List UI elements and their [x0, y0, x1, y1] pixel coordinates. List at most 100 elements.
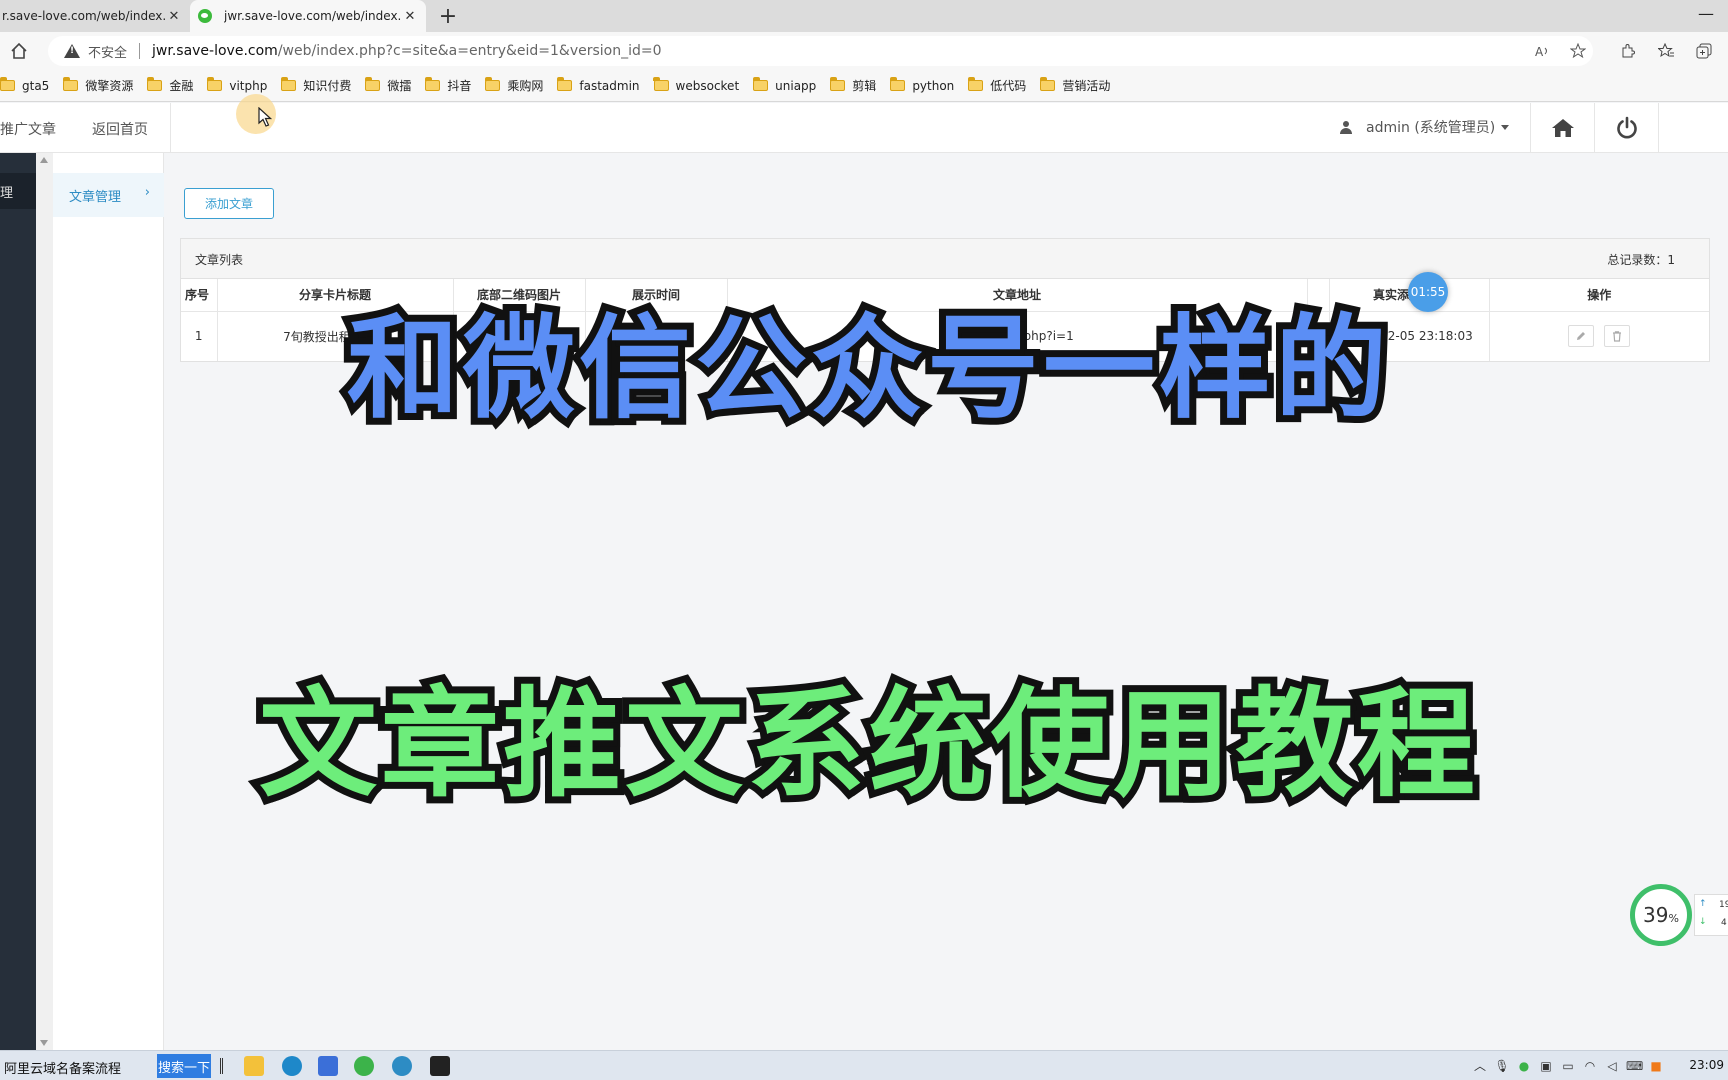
- add-article-button[interactable]: 添加文章: [184, 188, 274, 219]
- browser-home-icon[interactable]: [8, 40, 30, 62]
- sidebar-item-article-management[interactable]: 文章管理 ›: [53, 173, 164, 217]
- logout-button[interactable]: [1594, 103, 1658, 153]
- terminal-icon[interactable]: [430, 1056, 450, 1076]
- folder-icon: [146, 77, 163, 91]
- new-tab-button[interactable]: +: [436, 0, 460, 32]
- folder-icon: [829, 77, 846, 91]
- address-bar: 不安全 jwr.save-love.com/web/index.php?c=si…: [0, 32, 1728, 70]
- wifi-icon[interactable]: ◠: [1582, 1059, 1598, 1073]
- tray-chevron-up-icon[interactable]: ︿: [1472, 1057, 1488, 1074]
- browser-tab-2-active[interactable]: jwr.save-love.com/web/index.php ✕: [190, 0, 426, 32]
- tab-close-icon[interactable]: ✕: [166, 9, 182, 24]
- bookmark-uniapp[interactable]: uniapp: [752, 77, 817, 93]
- taskbar-search-button[interactable]: 搜索一下: [157, 1054, 211, 1078]
- bookmark-label: uniapp: [775, 78, 817, 93]
- folder-icon: [0, 77, 15, 91]
- tray-app-icon[interactable]: ▣: [1538, 1059, 1554, 1073]
- folder-icon: [484, 77, 501, 91]
- bookmark-weiqing[interactable]: 微擎资源: [62, 77, 134, 94]
- bookmark-websocket[interactable]: websocket: [653, 77, 740, 93]
- add-favorite-icon[interactable]: [1560, 32, 1596, 70]
- tab-close-icon[interactable]: ✕: [402, 9, 418, 24]
- nav-back-home[interactable]: 返回首页: [92, 119, 148, 139]
- bookmark-label: python: [912, 78, 955, 93]
- ime-icon[interactable]: ⌨: [1626, 1059, 1643, 1073]
- bookmark-marketing[interactable]: 营销活动: [1039, 77, 1111, 94]
- taskbar-pinned-text[interactable]: 阿里云域名备案流程: [4, 1058, 121, 1077]
- nav-promote-articles[interactable]: 推广文章: [0, 119, 56, 139]
- folder-icon: [206, 77, 223, 91]
- folder-icon: [280, 77, 297, 91]
- tab-title: jwr.save-love.com/web/index.php: [224, 9, 402, 23]
- user-icon: [1340, 120, 1352, 134]
- app-blue-icon[interactable]: [318, 1056, 338, 1076]
- volume-icon[interactable]: ◁: [1604, 1059, 1620, 1073]
- bookmark-label: vitphp: [229, 78, 268, 93]
- panel-title: 文章列表: [195, 253, 244, 267]
- upload-arrow-icon: ↑: [1699, 899, 1707, 909]
- folder-icon: [62, 77, 79, 91]
- network-speed-ring[interactable]: 39%: [1630, 884, 1692, 946]
- scroll-down-icon[interactable]: [40, 1040, 48, 1046]
- user-menu[interactable]: admin (系统管理员): [1340, 117, 1510, 137]
- bookmark-finance[interactable]: 金融: [146, 77, 194, 94]
- tab-title: r.save-love.com/web/index.php: [2, 9, 166, 23]
- chevron-down-icon: [1501, 124, 1510, 130]
- user-name: admin (系统管理员): [1366, 120, 1496, 136]
- bookmark-label: 金融: [169, 79, 194, 93]
- nav-divider: [170, 103, 171, 153]
- collections-icon[interactable]: [1686, 32, 1722, 70]
- tray-wechat-icon[interactable]: ●: [1516, 1059, 1532, 1073]
- file-explorer-icon[interactable]: [244, 1056, 264, 1076]
- taskbar-clock[interactable]: 23:09: [1689, 1058, 1724, 1072]
- bookmark-douyin[interactable]: 抖音: [424, 77, 471, 94]
- bookmark-python[interactable]: python: [889, 77, 955, 93]
- url-separator: [139, 43, 141, 59]
- folder-icon: [752, 77, 769, 91]
- folder-icon: [967, 77, 984, 91]
- bookmark-label: 乘购网: [507, 79, 544, 93]
- tray-orange-icon[interactable]: ■: [1648, 1059, 1664, 1073]
- bookmark-weilei[interactable]: 微擂: [364, 77, 412, 94]
- upload-speed: 19: [1719, 900, 1728, 910]
- bookmark-editing[interactable]: 剪辑: [829, 77, 877, 94]
- read-aloud-icon[interactable]: A: [1524, 32, 1560, 70]
- battery-icon[interactable]: ▭: [1560, 1059, 1576, 1073]
- bookmark-gta5[interactable]: gta5: [0, 77, 49, 93]
- home-button[interactable]: [1530, 103, 1594, 153]
- url-field[interactable]: 不安全 jwr.save-love.com/web/index.php?c=si…: [48, 36, 1593, 66]
- download-arrow-icon: ↓: [1699, 917, 1707, 927]
- panel-header: 文章列表 总记录数：1: [181, 239, 1709, 279]
- system-tray: ︿ 🎙 ● ▣ ▭ ◠ ◁ ⌨ ■: [1472, 1057, 1664, 1074]
- bookmark-chenggou[interactable]: 乘购网: [484, 77, 544, 94]
- bookmark-label: 剪辑: [852, 79, 877, 93]
- wechat-icon[interactable]: [354, 1056, 374, 1076]
- extensions-icon[interactable]: [1610, 32, 1646, 70]
- folder-icon: [889, 77, 906, 91]
- home-icon: [1551, 119, 1574, 137]
- bookmark-label: 微擎资源: [85, 79, 134, 93]
- taskbar: 阿里云域名备案流程 搜索一下 ︿ 🎙 ● ▣ ▭ ◠ ◁ ⌨ ■ 23:09: [0, 1050, 1728, 1080]
- url-text[interactable]: jwr.save-love.com/web/index.php?c=site&a…: [152, 43, 662, 59]
- insecure-label[interactable]: 不安全: [88, 42, 127, 61]
- warning-icon: [64, 44, 80, 58]
- bookmark-knowledge[interactable]: 知识付费: [280, 77, 351, 94]
- svg-text:A: A: [1535, 45, 1544, 59]
- sidebar-item-active[interactable]: 理: [0, 173, 36, 209]
- power-icon: [1616, 116, 1637, 139]
- folder-icon: [424, 77, 441, 91]
- app-round-icon[interactable]: [392, 1056, 412, 1076]
- bookmark-label: websocket: [675, 78, 740, 93]
- bookmark-vitphp[interactable]: vitphp: [206, 77, 268, 93]
- browser-tab-1[interactable]: r.save-love.com/web/index.php ✕: [0, 0, 188, 32]
- bookmark-fastadmin[interactable]: fastadmin: [556, 77, 640, 93]
- microphone-icon[interactable]: 🎙: [1494, 1059, 1510, 1073]
- scroll-up-icon[interactable]: [40, 157, 48, 163]
- folder-icon: [556, 77, 573, 91]
- bookmark-label: 微擂: [387, 79, 412, 93]
- favorites-icon[interactable]: [1648, 32, 1684, 70]
- bookmark-lowcode[interactable]: 低代码: [967, 77, 1026, 94]
- window-minimize-button[interactable]: —: [1698, 4, 1714, 23]
- bookmark-label: 营销活动: [1062, 79, 1111, 93]
- edge-browser-icon[interactable]: [282, 1056, 302, 1076]
